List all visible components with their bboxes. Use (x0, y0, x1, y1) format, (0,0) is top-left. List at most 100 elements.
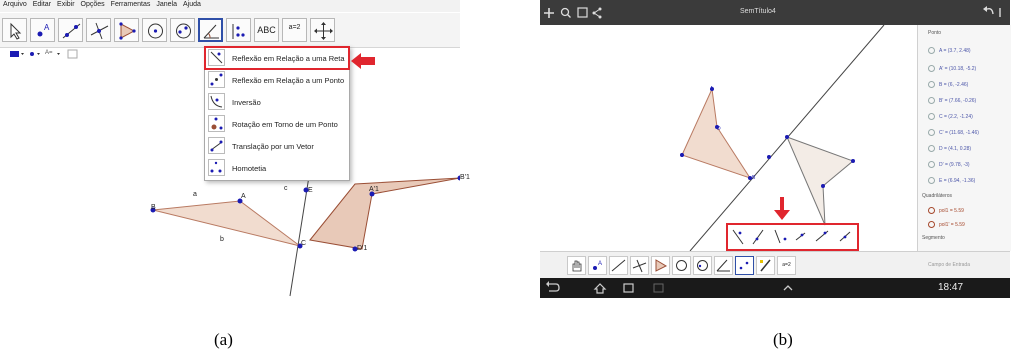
perpendicular-tool-button[interactable] (86, 18, 111, 42)
move-view-icon (314, 22, 333, 40)
angle-tool-button[interactable] (198, 18, 223, 42)
polygon-icon (655, 259, 668, 272)
menu-item-rotate[interactable]: Rotação em Torno de um Ponto (205, 113, 349, 135)
point-tool-button[interactable]: A (30, 18, 55, 42)
menu-ajuda[interactable]: Ajuda (183, 1, 201, 8)
transform-tools-dropdown: Reflexão em Relação a uma Reta Reflexão … (204, 46, 350, 181)
algebra-item[interactable]: pol1 = 5.59 (928, 207, 964, 214)
label-B1: B'1 (460, 174, 470, 181)
circle-icon (676, 260, 687, 271)
reflect-line-icon (208, 49, 225, 66)
conic-tool-button[interactable] (693, 256, 712, 275)
label-A: A (710, 86, 714, 92)
caption-a: (a) (214, 330, 233, 349)
menu-arquivo[interactable]: Arquivo (3, 1, 27, 8)
algebra-panel: Ponto A = (3.7, 2.48) A' = (10.18, -5.2)… (917, 25, 1011, 251)
input-bar[interactable]: Campo de Entrada (928, 262, 970, 268)
recents-icon (623, 283, 634, 293)
hand-tool-button[interactable] (567, 256, 586, 275)
label-D1: D'1 (357, 245, 368, 252)
original-polygon (681, 87, 752, 179)
slider-tool-button[interactable]: a=2 (282, 18, 307, 42)
reflect-tool-button[interactable] (735, 256, 754, 275)
algebra-item[interactable]: pol1' = 5.59 (928, 221, 965, 228)
perpendicular-icon (632, 259, 647, 273)
menu-item-label: Inversão (232, 98, 261, 107)
top-app-bar: SemTítulo4 (540, 0, 1010, 25)
algebra-item[interactable]: B' = (7.66, -0.26) (928, 97, 976, 104)
circle-tool-button[interactable] (142, 18, 167, 42)
angle-icon (716, 259, 730, 272)
save-icon (577, 7, 588, 18)
svg-text:A: A (598, 261, 602, 267)
slider-tool-label: a=2 (288, 24, 301, 31)
reflect-tool-button[interactable] (226, 18, 251, 42)
menu-janela[interactable]: Janela (156, 1, 177, 8)
translate-icon (208, 137, 225, 154)
screenshot-icon (653, 283, 664, 293)
menu-bar: Arquivo Editar Exibir Opções Ferramentas Jane… (0, 0, 460, 12)
label-A: A (241, 193, 246, 200)
menu-item-label: Reflexão em Relação a uma Reta (232, 54, 345, 63)
algebra-item[interactable]: A = (3.7, 2.48) (928, 47, 971, 54)
reflected-polygon (786, 136, 854, 226)
clock: 18:47 (938, 282, 964, 293)
text-tool-label: ABC (257, 25, 276, 35)
algebra-item[interactable]: C = (2.2, -1.24) (928, 113, 973, 120)
label-E: E (308, 187, 313, 194)
text-tool-button[interactable]: ABC (254, 18, 279, 42)
cursor-arrow-icon (10, 22, 22, 40)
algebra-item[interactable]: D = (4.1, 0.28) (928, 145, 971, 152)
toolbar: A ABC a=2 (0, 13, 460, 48)
menu-item-translate[interactable]: Translação por um Vetor (205, 135, 349, 157)
slider-tool-label: a=2 (782, 262, 791, 268)
menu-item-reflect-line[interactable]: Reflexão em Relação a uma Reta (204, 46, 350, 70)
bottom-toolbar: A a=2 Campo de Entrada (540, 251, 1010, 279)
menu-item-reflect-point[interactable]: Reflexão em Relação a um Ponto (205, 69, 349, 91)
menu-item-label: Homotetia (232, 164, 267, 173)
pen-tool-button[interactable] (756, 256, 775, 275)
menu-exibir[interactable]: Exibir (57, 1, 75, 8)
circle-tool-button[interactable] (672, 256, 691, 275)
line-tool-button[interactable] (609, 256, 628, 275)
menu-item-label: Rotação em Torno de um Ponto (232, 120, 338, 129)
algebra-item[interactable]: B = (6, -2.46) (928, 81, 968, 88)
polygon-tool-button[interactable] (114, 18, 139, 42)
undo-menu-icons[interactable] (980, 0, 1010, 25)
pen-icon (760, 259, 771, 272)
algebra-header-quadrilaterals: Quadriláteros (922, 193, 953, 199)
conic-tool-button[interactable] (170, 18, 195, 42)
menu-item-dilate[interactable]: Homotetia (205, 157, 349, 179)
algebra-item[interactable]: E = (6.94, -1.36) (928, 177, 975, 184)
label-style-button[interactable]: A= (45, 50, 53, 56)
perpendicular-icon (90, 22, 109, 40)
label-side-c: c (284, 185, 288, 192)
ellipse-icon (697, 260, 708, 271)
nav-buttons[interactable] (540, 278, 680, 298)
reflect-icon (739, 261, 749, 270)
graphics-view-b[interactable] (540, 25, 917, 251)
slider-tool-button[interactable]: a=2 (777, 256, 796, 275)
polygon-tool-button[interactable] (651, 256, 670, 275)
algebra-item[interactable]: C' = (11.68, -1.46) (928, 129, 979, 136)
menu-item-inversion[interactable]: Inversão (205, 91, 349, 113)
move-tool-button[interactable] (2, 18, 27, 42)
algebra-item[interactable]: D' = (9.78, -3) (928, 161, 970, 168)
svg-text:A: A (44, 23, 50, 32)
move-view-tool-button[interactable] (310, 18, 335, 42)
menu-opcoes[interactable]: Opções (81, 1, 105, 8)
reflected-polygon (309, 177, 460, 250)
perpendicular-tool-button[interactable] (630, 256, 649, 275)
line-tool-button[interactable] (58, 18, 83, 42)
point-tool-button[interactable]: A (588, 256, 607, 275)
panel-b-geogebra-tablet: SemTítulo4 A D C B Ponto A = (3.7, 2.48)… (540, 0, 1011, 298)
chevron-up-icon[interactable] (782, 278, 794, 298)
dilate-icon (208, 159, 225, 176)
algebra-item[interactable]: A' = (10.18, -5.2) (928, 65, 976, 72)
angle-tool-button[interactable] (714, 256, 733, 275)
style-bar: A= (0, 48, 120, 60)
highlight-box (726, 223, 859, 251)
menu-ferramentas[interactable]: Ferramentas (111, 1, 151, 8)
label-A1: A'1 (369, 186, 379, 193)
menu-editar[interactable]: Editar (33, 1, 51, 8)
